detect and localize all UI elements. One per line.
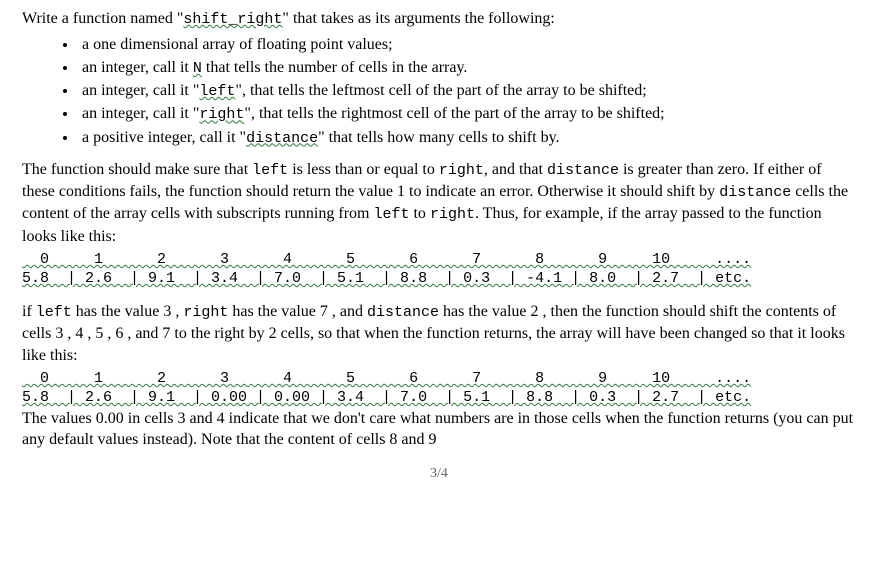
bullet-post: ", that tells the rightmost cell of the … — [244, 105, 664, 122]
description-paragraph-2: if left has the value 3 , right has the … — [22, 301, 856, 366]
intro-pre: Write a function named " — [22, 10, 183, 27]
bullet-post: " that tells how many cells to shift by. — [318, 129, 559, 146]
text: if — [22, 303, 36, 320]
text: has the value 7 , and — [228, 303, 367, 320]
text: is less than or equal to — [288, 161, 439, 178]
bullet-post: ", that tells the leftmost cell of the p… — [235, 82, 646, 99]
array1-values: 5.8 | 2.6 | 9.1 | 3.4 | 7.0 | 5.1 | 8.8 … — [22, 270, 856, 289]
code-left: left — [373, 206, 409, 223]
code-n: N — [193, 60, 202, 77]
function-name: shift_right — [183, 11, 282, 28]
text: has the value 3 , — [72, 303, 184, 320]
code-left: left — [199, 83, 235, 100]
code-right: right — [183, 304, 228, 321]
text: , and that — [484, 161, 547, 178]
text: The function should make sure that — [22, 161, 252, 178]
list-item: a positive integer, call it "distance" t… — [78, 127, 856, 149]
intro-paragraph: Write a function named "shift_right" tha… — [22, 8, 856, 30]
list-item: an integer, call it N that tells the num… — [78, 57, 856, 79]
text: to — [409, 205, 429, 222]
list-item: an integer, call it "left", that tells t… — [78, 80, 856, 102]
arguments-list: a one dimensional array of floating poin… — [22, 34, 856, 149]
bullet-pre: an integer, call it " — [82, 105, 199, 122]
array1-indices: 0 1 2 3 4 5 6 7 8 9 10 .... — [22, 251, 856, 270]
list-item: a one dimensional array of floating poin… — [78, 34, 856, 56]
bullet-pre: a positive integer, call it " — [82, 129, 246, 146]
bullet-text: a one dimensional array of floating poin… — [82, 36, 393, 53]
page-number: 3/4 — [22, 465, 856, 484]
code-distance: distance — [246, 130, 318, 147]
code-left: left — [36, 304, 72, 321]
bullet-pre: an integer, call it — [82, 59, 193, 76]
intro-post: " that takes as its arguments the follow… — [282, 10, 554, 27]
description-paragraph-1: The function should make sure that left … — [22, 159, 856, 247]
code-right: right — [430, 206, 475, 223]
description-paragraph-3: The values 0.00 in cells 3 and 4 indicat… — [22, 408, 856, 451]
code-distance: distance — [367, 304, 439, 321]
bullet-pre: an integer, call it " — [82, 82, 199, 99]
code-distance: distance — [547, 162, 619, 179]
code-left: left — [252, 162, 288, 179]
array2-indices: 0 1 2 3 4 5 6 7 8 9 10 .... — [22, 370, 856, 389]
array2-values: 5.8 | 2.6 | 9.1 | 0.00 | 0.00 | 3.4 | 7.… — [22, 389, 856, 408]
bullet-post: that tells the number of cells in the ar… — [202, 59, 468, 76]
code-right: right — [199, 106, 244, 123]
code-right: right — [439, 162, 484, 179]
code-distance: distance — [719, 184, 791, 201]
list-item: an integer, call it "right", that tells … — [78, 103, 856, 125]
